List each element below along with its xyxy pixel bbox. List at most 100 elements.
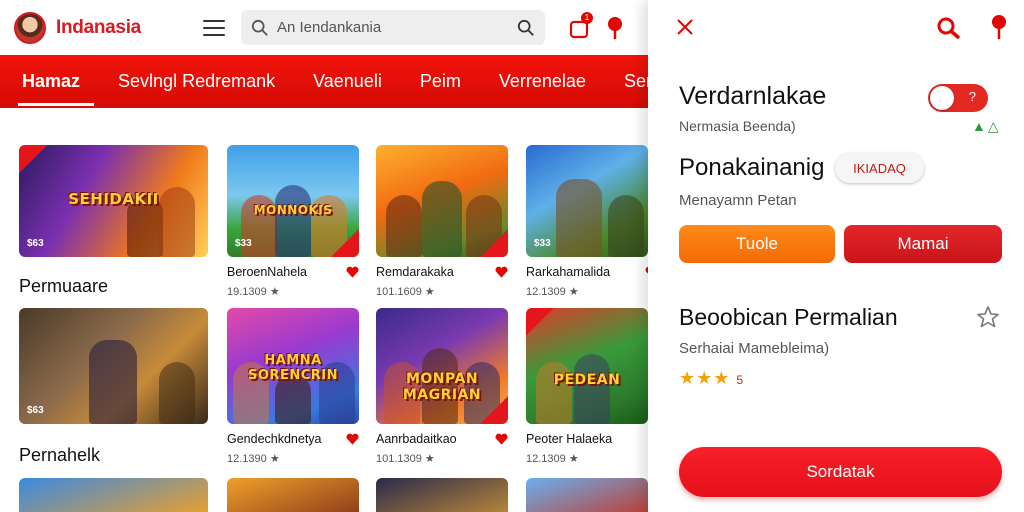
game-thumbnail[interactable]: HAMNA SORENCRIN: [227, 308, 359, 424]
character-figure: [275, 185, 311, 257]
game-thumbnail[interactable]: $33: [526, 145, 648, 257]
search-input[interactable]: [276, 19, 517, 36]
game-name: Remdarakaka: [376, 265, 454, 279]
character-figure: [422, 181, 462, 257]
thumbnail-title: HAMNA SORENCRIN: [248, 353, 338, 384]
heart-icon[interactable]: [495, 433, 508, 445]
panel-heading: Verdarnlakae: [679, 82, 827, 110]
avatar[interactable]: [14, 11, 46, 44]
search-icon: [251, 19, 268, 36]
tab-category-4[interactable]: Peim: [420, 55, 461, 108]
game-card[interactable]: $63: [19, 308, 208, 424]
section-title: Pernahelk: [19, 445, 101, 465]
game-card[interactable]: $33 Rarkahamalida 12.1309 ★: [526, 145, 648, 298]
brand-logo[interactable]: Indanasia: [56, 17, 141, 39]
search-submit-icon[interactable]: [517, 19, 535, 37]
game-name-row: Remdarakaka: [376, 265, 508, 279]
game-meta: 101.1609 ★: [376, 286, 435, 298]
game-card[interactable]: PEDEAN Peoter Halaeka 12.1309 ★: [526, 308, 648, 465]
ribbon-badge: [480, 229, 508, 257]
heart-icon[interactable]: [346, 433, 359, 445]
game-thumbnail[interactable]: MONNOKIS $33: [227, 145, 359, 257]
game-thumbnail[interactable]: [376, 145, 508, 257]
menu-icon[interactable]: [202, 19, 225, 36]
game-name: BeroenNahela: [227, 265, 307, 279]
panel-heading: Ponakainanig: [679, 154, 825, 181]
game-meta: 19.1309 ★: [227, 286, 280, 298]
search-bar[interactable]: [240, 10, 545, 45]
toggle-glyph: ?: [968, 89, 976, 104]
game-thumbnail[interactable]: [376, 478, 508, 512]
tab-category-3[interactable]: Vaenueli: [313, 55, 382, 108]
triangle-icon: ▲△: [972, 118, 1001, 134]
category-tabs: Hamaz Sevlngl Redremank Vaenueli Peim Ve…: [0, 55, 648, 108]
game-name: Peoter Halaeka: [526, 432, 613, 446]
close-icon[interactable]: [674, 16, 696, 38]
game-name-row: Peoter Halaeka: [526, 432, 648, 446]
pin-icon: [607, 16, 622, 39]
character-figure: [386, 195, 422, 257]
game-thumbnail[interactable]: PEDEAN: [526, 308, 648, 424]
notification-badge: 1: [580, 11, 593, 24]
location-button[interactable]: [601, 14, 629, 42]
game-card[interactable]: HAMNA SORENCRIN Gendechkdnetya 12.1390 ★: [227, 308, 359, 465]
game-thumbnail[interactable]: $63: [19, 308, 208, 424]
game-thumbnail[interactable]: [19, 478, 208, 512]
tab-category-6[interactable]: Serdan: [624, 55, 648, 108]
rating-value: 5: [736, 373, 744, 387]
game-card[interactable]: MONPAN MAGRIAN Aanrbadaitkao 101.1309 ★: [376, 308, 508, 465]
game-name: Gendechkdnetya: [227, 432, 322, 446]
price-label: $63: [27, 405, 44, 416]
game-thumbnail[interactable]: MONPAN MAGRIAN: [376, 308, 508, 424]
thumbnail-title: PEDEAN: [553, 371, 621, 388]
character-figure: [574, 354, 610, 424]
rating-stars: ★★★: [679, 368, 731, 388]
search-icon[interactable]: [936, 16, 962, 40]
toggle-knob: [930, 86, 954, 110]
game-meta: 12.1390 ★: [227, 453, 280, 465]
panel-subtext: Serhaiai Mamebleima): [679, 340, 830, 357]
ribbon-badge: [19, 145, 47, 173]
ribbon-badge: [526, 308, 554, 336]
orange-button[interactable]: Tuole: [679, 225, 835, 263]
option-chip[interactable]: IKIADAQ: [835, 153, 924, 183]
pin-icon[interactable]: [990, 14, 1008, 40]
panel-subtext: Menayamn Petan: [679, 192, 797, 209]
game-name-row: Rarkahamalida: [526, 265, 648, 279]
game-meta: 12.1309 ★: [526, 453, 579, 465]
game-name-row: BeroenNahela: [227, 265, 359, 279]
top-bar: Indanasia 1: [0, 0, 648, 55]
character-figure: [159, 362, 195, 424]
game-thumbnail[interactable]: [526, 478, 648, 512]
game-meta: 101.1309 ★: [376, 453, 435, 465]
ribbon-badge: [331, 229, 359, 257]
tab-category-2[interactable]: Sevlngl Redremank: [118, 55, 275, 108]
heart-icon[interactable]: [346, 266, 359, 278]
thumbnail-title: MONNOKIS: [253, 202, 333, 217]
price-label: $63: [27, 238, 44, 249]
notification-button[interactable]: 1: [565, 11, 593, 42]
red-button[interactable]: Mamai: [844, 225, 1002, 263]
character-figure: [608, 195, 644, 257]
primary-button[interactable]: Sordatak: [679, 447, 1002, 497]
game-card[interactable]: MONNOKIS $33 BeroenNahela 19.1309 ★: [227, 145, 359, 298]
app-window: Indanasia 1 Hamaz Sevlngl Redremank Vaen…: [0, 0, 648, 512]
price-label: $33: [534, 238, 551, 249]
game-thumbnail[interactable]: [227, 478, 359, 512]
tab-category-5[interactable]: Verrenelae: [499, 55, 586, 108]
character-figure: [89, 340, 137, 424]
section-title: Permuaare: [19, 276, 109, 296]
game-card[interactable]: SEHIDAKII $63: [19, 145, 208, 257]
setting-toggle[interactable]: ?: [928, 84, 988, 112]
game-meta: 12.1309 ★: [526, 286, 579, 298]
screen: Indanasia 1 Hamaz Sevlngl Redremank Vaen…: [0, 0, 1024, 512]
panel-heading: Beoobican Permalian: [679, 304, 898, 330]
heart-icon[interactable]: [495, 266, 508, 278]
ribbon-badge: [480, 396, 508, 424]
tab-home[interactable]: Hamaz: [17, 55, 95, 108]
price-label: $33: [235, 238, 252, 249]
character-figure: [556, 179, 602, 257]
game-card[interactable]: Remdarakaka 101.1609 ★: [376, 145, 508, 298]
game-thumbnail[interactable]: SEHIDAKII $63: [19, 145, 208, 257]
star-outline-icon[interactable]: [976, 305, 1000, 329]
